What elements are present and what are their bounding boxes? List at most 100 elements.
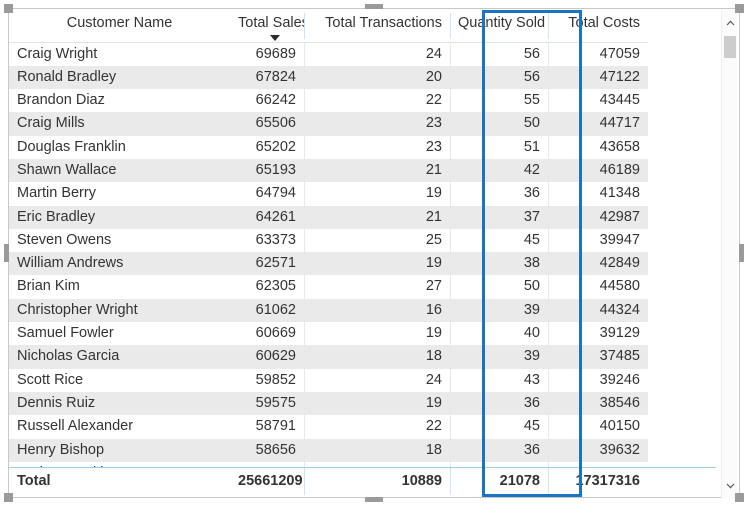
table-row[interactable]: Brian Kim 62305 27 50 44580 xyxy=(9,275,648,299)
cell-qty[interactable]: 37 xyxy=(450,205,548,229)
cell-qty[interactable]: 36 xyxy=(450,182,548,206)
cell-tx[interactable]: 24 xyxy=(304,368,450,392)
cell-sales[interactable]: 64794 xyxy=(230,182,304,205)
cell-name[interactable]: Craig Mills xyxy=(9,112,230,136)
cell-sales[interactable]: 59575 xyxy=(230,391,304,416)
cell-cost[interactable]: 39129 xyxy=(548,322,648,346)
cell-tx[interactable]: 20 xyxy=(304,65,450,90)
cell-qty[interactable]: 39 xyxy=(450,345,548,369)
table-row[interactable]: Craig Wright 69689 24 56 47059 xyxy=(9,42,648,66)
cell-sales[interactable]: 67824 xyxy=(230,65,304,90)
chevron-down-icon[interactable] xyxy=(722,477,738,494)
cell-name[interactable]: Brandon Diaz xyxy=(9,89,230,112)
table-row[interactable]: Craig Mills 65506 23 50 44717 xyxy=(9,112,648,136)
cell-cost[interactable]: 47059 xyxy=(548,42,648,66)
cell-tx[interactable]: 21 xyxy=(304,158,450,183)
cell-sales[interactable]: 62305 xyxy=(230,275,304,298)
cell-tx[interactable]: 18 xyxy=(304,345,450,369)
table-row[interactable]: Nicholas Garcia 60629 18 39 37485 xyxy=(9,345,648,369)
cell-tx[interactable]: 19 xyxy=(304,182,450,206)
cell-tx[interactable]: 22 xyxy=(304,415,450,439)
cell-cost[interactable]: 44324 xyxy=(548,298,648,323)
cell-name[interactable]: Scott Rice xyxy=(9,369,230,392)
cell-tx[interactable]: 18 xyxy=(304,438,450,462)
cell-tx[interactable]: 23 xyxy=(304,112,450,136)
chevron-up-icon[interactable] xyxy=(722,14,738,31)
cell-cost[interactable]: 39632 xyxy=(548,438,648,462)
table-visual-container[interactable]: Customer Name Total Sales Total Transact… xyxy=(8,8,740,498)
cell-name[interactable]: Eric Bradley xyxy=(9,205,230,229)
cell-name[interactable]: Ronald Bradley xyxy=(9,65,230,90)
cell-cost[interactable]: 38546 xyxy=(548,391,648,416)
cell-cost[interactable]: 47122 xyxy=(548,65,648,90)
cell-sales[interactable]: 59852 xyxy=(230,369,304,392)
cell-sales[interactable]: 65193 xyxy=(230,158,304,183)
table-row[interactable]: Christopher Wright 61062 16 39 44324 xyxy=(9,298,648,323)
cell-cost[interactable]: 44580 xyxy=(548,275,648,299)
cell-name[interactable]: Henry Bishop xyxy=(9,438,230,462)
cell-cost[interactable]: 41348 xyxy=(548,182,648,206)
column-header-total-sales[interactable]: Total Sales xyxy=(230,9,309,43)
table-scroll-region[interactable]: Customer Name Total Sales Total Transact… xyxy=(9,9,716,497)
cell-tx[interactable]: 19 xyxy=(304,322,450,346)
table-row[interactable]: Shawn Wallace 65193 21 42 46189 xyxy=(9,158,648,183)
cell-cost[interactable]: 42987 xyxy=(548,205,648,229)
vertical-scrollbar[interactable] xyxy=(721,10,738,498)
cell-qty[interactable]: 50 xyxy=(450,275,548,299)
column-header-total-costs[interactable]: Total Costs xyxy=(548,9,648,43)
cell-qty[interactable]: 42 xyxy=(450,158,548,183)
table-row[interactable]: Henry Bishop 58656 18 36 39632 xyxy=(9,438,648,462)
cell-qty[interactable]: 55 xyxy=(450,89,548,113)
cell-sales[interactable]: 61062 xyxy=(230,298,304,323)
cell-cost[interactable]: 39947 xyxy=(548,228,648,253)
cell-sales[interactable]: 65506 xyxy=(230,112,304,136)
table-row[interactable]: Douglas Franklin 65202 23 51 43658 xyxy=(9,135,648,159)
cell-qty[interactable]: 36 xyxy=(450,391,548,416)
cell-tx[interactable]: 23 xyxy=(304,135,450,159)
cell-sales[interactable]: 60629 xyxy=(230,345,304,369)
cell-name[interactable]: Shawn Wallace xyxy=(9,158,230,183)
cell-cost[interactable]: 43445 xyxy=(548,89,648,113)
cell-tx[interactable]: 19 xyxy=(304,391,450,416)
table-row[interactable]: Scott Rice 59852 24 43 39246 xyxy=(9,368,648,392)
cell-sales[interactable]: 60669 xyxy=(230,322,304,345)
cell-name[interactable]: Craig Wright xyxy=(9,42,230,66)
column-header-total-transactions[interactable]: Total Transactions xyxy=(304,9,450,43)
column-header-quantity-sold[interactable]: Quantity Sold xyxy=(450,9,548,43)
cell-name[interactable]: Douglas Franklin xyxy=(9,136,230,159)
cell-sales[interactable]: 62571 xyxy=(230,252,304,276)
cell-name[interactable]: William Andrews xyxy=(9,252,230,276)
cell-tx[interactable]: 19 xyxy=(304,252,450,276)
cell-name[interactable]: Brian Kim xyxy=(9,275,230,298)
table-row[interactable]: Eric Bradley 64261 21 37 42987 xyxy=(9,205,648,229)
cell-cost[interactable]: 44717 xyxy=(548,112,648,136)
table-row[interactable]: Russell Alexander 58791 22 45 40150 xyxy=(9,415,648,439)
table-row[interactable]: Ronald Bradley 67824 20 56 47122 xyxy=(9,65,648,90)
cell-qty[interactable]: 51 xyxy=(450,135,548,159)
vertical-scrollbar-thumb[interactable] xyxy=(724,36,736,58)
cell-cost[interactable]: 40150 xyxy=(548,415,648,439)
cell-name[interactable]: Samuel Fowler xyxy=(9,322,230,345)
table-row[interactable]: Dennis Ruiz 59575 19 36 38546 xyxy=(9,391,648,416)
cell-cost[interactable]: 42849 xyxy=(548,252,648,276)
cell-qty[interactable]: 56 xyxy=(450,42,548,66)
column-header-customer-name[interactable]: Customer Name xyxy=(9,9,230,43)
cell-tx[interactable]: 22 xyxy=(304,89,450,113)
cell-tx[interactable]: 27 xyxy=(304,275,450,299)
cell-qty[interactable]: 45 xyxy=(450,415,548,439)
cell-tx[interactable]: 21 xyxy=(304,205,450,229)
table-row[interactable]: Samuel Fowler 60669 19 40 39129 xyxy=(9,322,648,346)
cell-tx[interactable]: 24 xyxy=(304,42,450,66)
cell-name[interactable]: Russell Alexander xyxy=(9,415,230,438)
cell-sales[interactable]: 65202 xyxy=(230,136,304,159)
table-row[interactable]: Brandon Diaz 66242 22 55 43445 xyxy=(9,89,648,113)
cell-qty[interactable]: 38 xyxy=(450,252,548,276)
cell-name[interactable]: Dennis Ruiz xyxy=(9,391,230,416)
cell-sales[interactable]: 69689 xyxy=(230,42,304,66)
cell-qty[interactable]: 36 xyxy=(450,438,548,462)
cell-tx[interactable]: 25 xyxy=(304,228,450,253)
cell-sales[interactable]: 58656 xyxy=(230,438,304,462)
cell-cost[interactable]: 39246 xyxy=(548,368,648,392)
cell-name[interactable]: Martin Berry xyxy=(9,182,230,205)
cell-qty[interactable]: 56 xyxy=(450,65,548,90)
